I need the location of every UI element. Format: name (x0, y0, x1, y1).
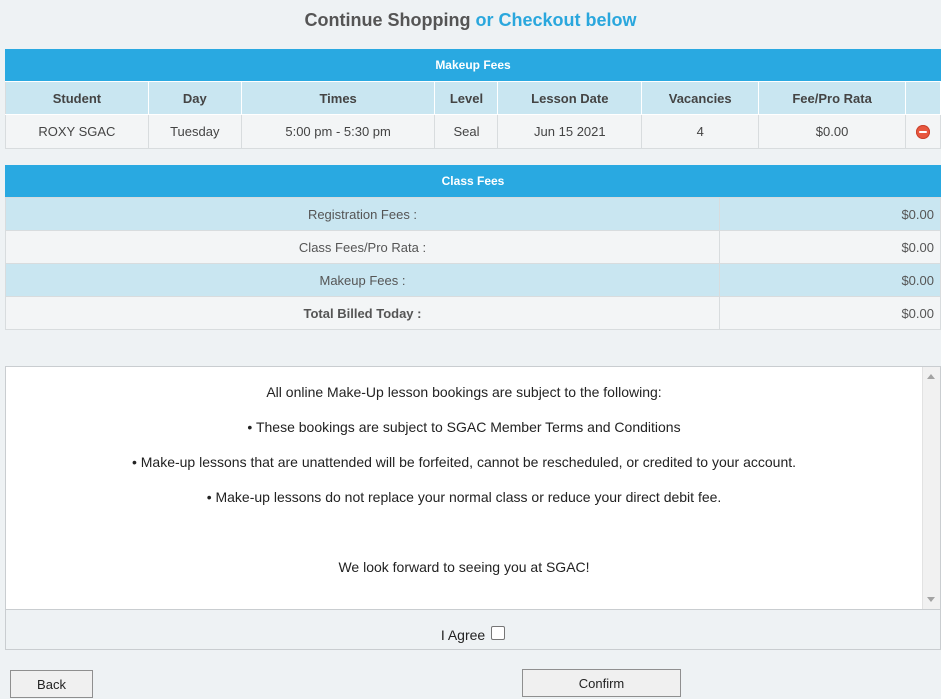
fee-label: Class Fees/Pro Rata : (5, 230, 720, 264)
fee-row-makeup: Makeup Fees : $0.00 (5, 263, 941, 297)
continue-shopping-link[interactable]: Continue Shopping (305, 10, 471, 31)
terms-scrollbar[interactable] (922, 367, 940, 609)
terms-bullet: • These bookings are subject to SGAC Mem… (247, 419, 681, 435)
remove-icon[interactable] (915, 125, 930, 140)
table-row: ROXY SGAC Tuesday 5:00 pm - 5:30 pm Seal… (5, 114, 941, 149)
column-header-lesson-date: Lesson Date (497, 81, 643, 115)
agree-label: I Agree (440, 626, 486, 643)
column-header-day: Day (147, 81, 242, 115)
column-header-fee: Fee/Pro Rata (758, 81, 906, 115)
cell-action (904, 114, 941, 149)
cell-times: 5:00 pm - 5:30 pm (240, 114, 436, 149)
column-header-times: Times (240, 81, 436, 115)
page-heading: Continue Shopping or Checkout below (0, 0, 941, 40)
back-button[interactable]: Back (10, 670, 93, 698)
cell-level: Seal (434, 114, 499, 149)
makeup-fees-panel: Makeup Fees Student Day Times Level Less… (5, 49, 941, 149)
cell-day: Tuesday (147, 114, 242, 149)
column-header-level: Level (434, 81, 499, 115)
terms-closing: We look forward to seeing you at SGAC! (338, 559, 590, 575)
makeup-header-row: Student Day Times Level Lesson Date Vaca… (5, 81, 941, 115)
makeup-fees-title: Makeup Fees (5, 49, 941, 81)
cell-fee: $0.00 (758, 114, 906, 149)
fee-row-class-fees: Class Fees/Pro Rata : $0.00 (5, 230, 941, 264)
fee-label: Makeup Fees : (5, 263, 720, 297)
class-fees-title: Class Fees (5, 165, 941, 197)
terms-spacer (6, 524, 922, 559)
fee-row-registration: Registration Fees : $0.00 (5, 197, 941, 231)
class-fees-panel: Class Fees Registration Fees : $0.00 Cla… (5, 165, 941, 330)
terms-content: All online Make-Up lesson bookings are s… (6, 367, 922, 609)
agree-checkbox[interactable] (491, 625, 506, 640)
fee-row-total: Total Billed Today : $0.00 (5, 296, 941, 330)
column-header-student: Student (5, 81, 149, 115)
fee-label: Registration Fees : (5, 197, 720, 231)
class-fees-table: Registration Fees : $0.00 Class Fees/Pro… (5, 197, 941, 330)
terms-intro: All online Make-Up lesson bookings are s… (266, 384, 662, 400)
cell-lesson-date: Jun 15 2021 (497, 114, 643, 149)
column-header-action (904, 81, 941, 115)
scroll-up-arrow-icon[interactable] (927, 374, 935, 379)
makeup-fees-table: Student Day Times Level Lesson Date Vaca… (5, 81, 941, 149)
fee-amount: $0.00 (719, 230, 941, 264)
cell-student: ROXY SGAC (5, 114, 149, 149)
total-label: Total Billed Today : (5, 296, 720, 330)
terms-bullet: • Make-up lessons that are unattended wi… (131, 454, 797, 470)
cell-vacancies: 4 (641, 114, 760, 149)
total-amount: $0.00 (719, 296, 941, 330)
fee-amount: $0.00 (719, 197, 941, 231)
agree-row: I Agree (5, 610, 941, 650)
column-header-vacancies: Vacancies (641, 81, 760, 115)
fee-amount: $0.00 (719, 263, 941, 297)
terms-box[interactable]: All online Make-Up lesson bookings are s… (5, 366, 941, 610)
scroll-down-arrow-icon[interactable] (927, 597, 935, 602)
confirm-button[interactable]: Confirm (522, 669, 681, 697)
terms-bullet: • Make-up lessons do not replace your no… (206, 489, 722, 505)
checkout-below-text: or Checkout below (475, 9, 637, 30)
